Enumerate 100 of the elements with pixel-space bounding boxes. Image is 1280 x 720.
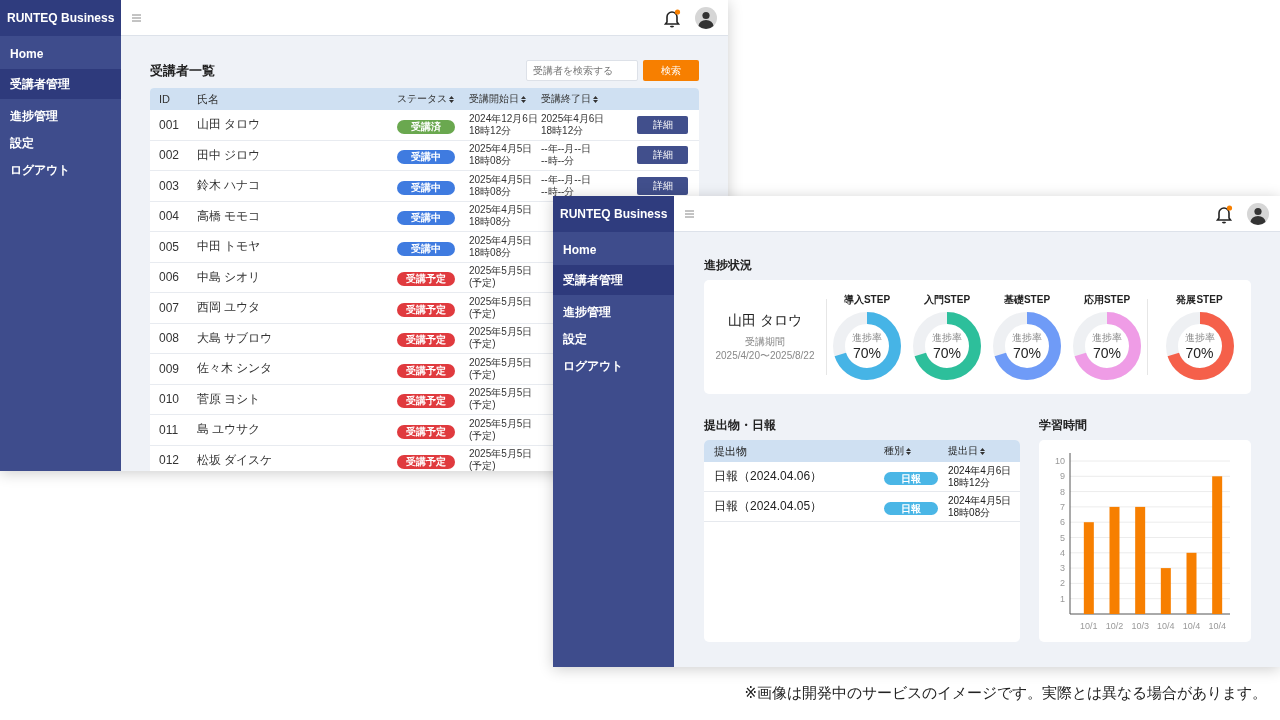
sort-icon <box>521 95 526 103</box>
ring-caption: 進捗率 <box>1092 331 1122 345</box>
tick-label: 1 <box>1060 593 1065 604</box>
ring-caption: 進捗率 <box>932 331 962 345</box>
sidebar-item[interactable]: 設定 <box>553 326 674 353</box>
progress-percent: 70% <box>853 345 881 361</box>
status-badge: 受講中 <box>397 211 455 226</box>
sidebar-item[interactable]: ログアウト <box>0 157 121 184</box>
period-text: 2025/4/20〜2025/8/22 <box>715 348 815 363</box>
date-cell-text: 2025年5月5日 (予定) <box>469 387 534 412</box>
tick-label: 2 <box>1060 578 1065 589</box>
step-label: 導入STEP <box>843 293 891 307</box>
table-cell-text: 大島 サブロウ <box>197 329 274 347</box>
step-label: 入門STEP <box>923 293 971 307</box>
column-header: 氏名 <box>197 91 219 107</box>
column-header[interactable]: ステータス <box>397 92 454 106</box>
section-title: 学習時間 <box>1039 418 1088 433</box>
bell-icon[interactable] <box>664 10 680 28</box>
table-cell-text: 菅原 ヨシト <box>197 390 262 408</box>
column-header[interactable]: 受講開始日 <box>469 92 526 106</box>
sidebar-item[interactable]: 受講者管理 <box>0 69 121 99</box>
tick-label: 5 <box>1060 532 1065 543</box>
date-cell-text: 2025年5月5日 (予定) <box>469 326 534 351</box>
student-name: 山田 タロウ <box>728 311 802 330</box>
table-cell-text: 007 <box>159 300 181 315</box>
category-label: 10/4 <box>1182 621 1201 631</box>
date-cell-text: 2024年12月6日 18時12分 <box>469 112 539 137</box>
table-cell-text: 山田 タロウ <box>197 116 262 134</box>
date-cell-text: 2025年5月5日 (予定) <box>469 417 534 442</box>
status-badge: 受講中 <box>397 150 455 165</box>
table-cell-text: 中島 シオリ <box>197 268 262 286</box>
sort-icon <box>593 95 598 103</box>
table-cell-text: 003 <box>159 178 181 193</box>
status-badge: 受講中 <box>397 241 455 256</box>
column-header: ID <box>159 93 170 105</box>
tick-label: 8 <box>1060 486 1065 497</box>
column-header[interactable]: 受講終了日 <box>541 92 598 106</box>
tick-label: 6 <box>1060 517 1065 528</box>
ring-caption: 進捗率 <box>1184 331 1215 345</box>
step-label: 基礎STEP <box>1003 293 1051 307</box>
table-cell-text: 日報（2024.04.06） <box>714 468 824 485</box>
table-cell-text: 中田 トモヤ <box>197 238 262 256</box>
status-badge: 受講済 <box>397 119 455 134</box>
sidebar-item[interactable]: 設定 <box>0 130 121 157</box>
column-header[interactable]: 提出日 <box>948 444 985 458</box>
progress-percent: 70% <box>1013 345 1041 361</box>
status-badge: 受講中 <box>397 180 455 195</box>
sidebar-item[interactable]: Home <box>553 236 674 263</box>
avatar-icon[interactable] <box>1247 202 1269 225</box>
bar <box>1186 552 1197 614</box>
tick-label: 7 <box>1060 501 1065 512</box>
status-badge: 受講予定 <box>397 272 455 287</box>
status-badge: 受講予定 <box>397 302 455 317</box>
category-label: 10/4 <box>1208 621 1226 631</box>
avatar-icon[interactable] <box>695 6 717 29</box>
sidebar-item[interactable]: Home <box>0 40 121 67</box>
table-cell-text: 012 <box>159 453 181 468</box>
date-cell-text: 2025年4月5日 18時08分 <box>469 173 534 198</box>
date-cell-text: 2025年5月5日 (予定) <box>469 295 534 320</box>
sidebar-item[interactable]: 進捗管理 <box>553 299 674 326</box>
detail-button[interactable]: 詳細 <box>637 176 688 195</box>
date-cell-text: 2025年4月5日 18時08分 <box>469 234 534 259</box>
date-cell-text: 2025年5月5日 (予定) <box>469 448 534 471</box>
date-cell-text: --年--月--日 --時--分 <box>541 143 592 168</box>
column-header: 提出物 <box>714 443 747 459</box>
tick-label: 3 <box>1060 563 1065 574</box>
tick-label: 9 <box>1060 471 1065 482</box>
date-cell-text: 2025年4月6日 18時12分 <box>541 112 606 137</box>
date-cell-text: 2025年4月5日 18時08分 <box>469 204 534 229</box>
progress-percent: 70% <box>1093 345 1121 361</box>
detail-button[interactable]: 詳細 <box>637 115 688 134</box>
table-cell-text: 高橋 モモコ <box>197 207 262 225</box>
table-cell-text: 008 <box>159 331 181 346</box>
column-header[interactable]: 種別 <box>884 444 911 458</box>
status-badge: 受講予定 <box>397 455 455 470</box>
footnote: ※画像は開発中のサービスのイメージです。実際とは異なる場合があります。 <box>744 684 1267 701</box>
table-cell-text: 006 <box>159 270 181 285</box>
sidebar-item[interactable]: 進捗管理 <box>0 103 121 130</box>
category-label: 10/4 <box>1157 621 1175 631</box>
table-cell-text: 011 <box>159 422 180 437</box>
page-title: 受講者一覧 <box>150 61 215 80</box>
sidebar-item[interactable]: 受講者管理 <box>553 265 674 295</box>
section-title: 進捗状況 <box>704 258 753 273</box>
table-cell-text: 005 <box>159 239 181 254</box>
bell-icon[interactable] <box>1216 206 1232 224</box>
date-cell-text: 2025年4月5日 18時08分 <box>469 143 534 168</box>
progress-percent: 70% <box>933 345 961 361</box>
table-cell-text: 鈴木 ハナコ <box>197 177 262 195</box>
date-cell-text: 2024年4月6日 18時12分 <box>948 464 1013 489</box>
table-cell-text: 010 <box>159 392 181 407</box>
step-label: 発展STEP <box>1176 293 1223 307</box>
detail-button[interactable]: 詳細 <box>637 146 688 165</box>
sidebar-item[interactable]: ログアウト <box>553 353 674 380</box>
search-field[interactable]: 受講者を検索する <box>526 60 638 81</box>
tick-label: 10 <box>1055 456 1065 466</box>
progress-percent: 70% <box>1185 345 1214 361</box>
section-title: 提出物・日報 <box>704 418 777 433</box>
table-cell-text: 日報（2024.04.05） <box>714 498 824 515</box>
category-label: 10/3 <box>1131 621 1149 631</box>
bar <box>1160 568 1171 614</box>
